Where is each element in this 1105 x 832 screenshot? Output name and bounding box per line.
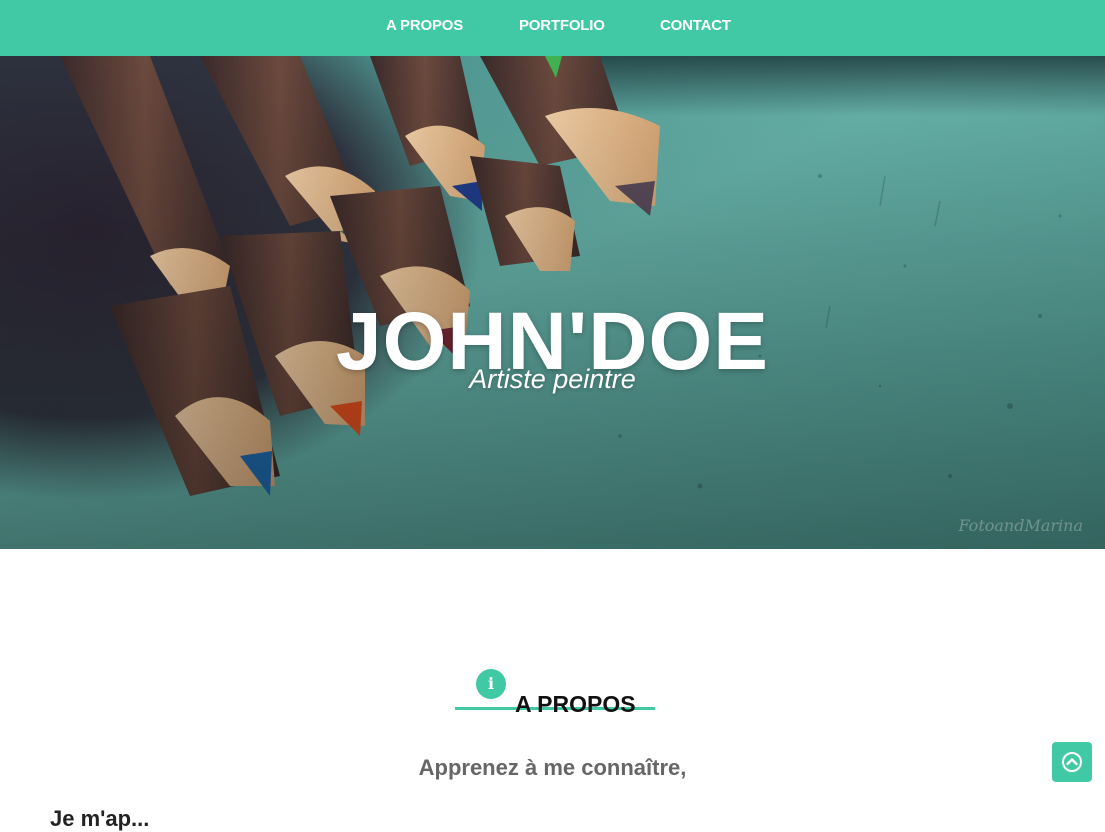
chevron-up-icon [1062, 752, 1082, 772]
back-to-top-button[interactable] [1052, 742, 1092, 782]
about-body-text: Je m'ap... [50, 806, 150, 831]
top-navbar: A PROPOS PORTFOLIO CONTACT [0, 0, 1105, 56]
info-icon: i [476, 669, 506, 699]
nav-link-a-propos[interactable]: A PROPOS [386, 17, 463, 34]
hero-banner: JOHN'DOE Artiste peintre FotoandMarina [0, 56, 1105, 549]
about-section-title: A PROPOS [515, 691, 636, 718]
about-section-heading: i A PROPOS [455, 668, 655, 717]
nav-link-contact[interactable]: CONTACT [660, 17, 731, 34]
about-lead-text: Apprenez à me connaître, [418, 755, 687, 780]
image-watermark: FotoandMarina [958, 516, 1083, 535]
nav-link-portfolio[interactable]: PORTFOLIO [519, 17, 605, 34]
hero-subtitle: Artiste peintre [469, 364, 636, 394]
